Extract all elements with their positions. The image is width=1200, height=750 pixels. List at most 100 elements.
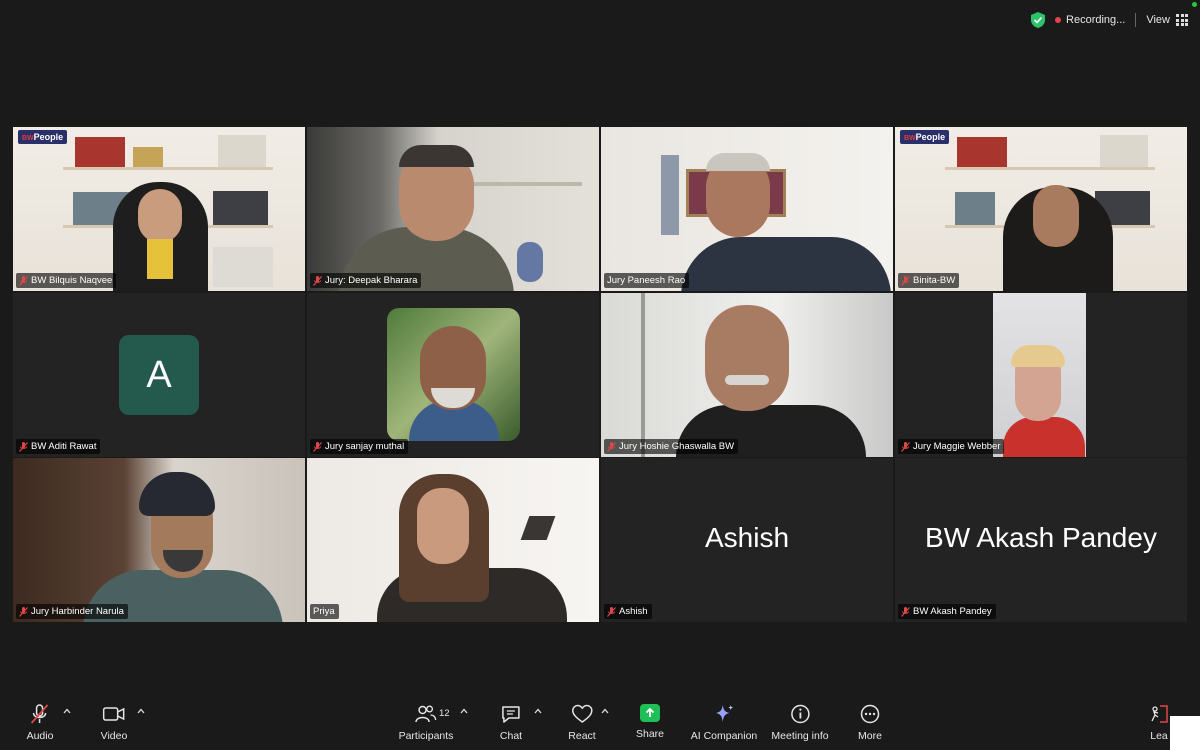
participant-name-tag: Jury Harbinder Narula bbox=[16, 604, 128, 619]
recording-label: Recording... bbox=[1066, 14, 1126, 26]
recording-dot-icon bbox=[1055, 17, 1062, 23]
participant-tile[interactable]: Jury Harbinder Narula bbox=[13, 458, 305, 622]
participants-count: 12 bbox=[439, 708, 450, 719]
react-label: React bbox=[568, 730, 596, 742]
participant-name: BW Akash Pandey bbox=[913, 606, 992, 617]
video-feed bbox=[895, 127, 1187, 291]
share-label: Share bbox=[635, 728, 665, 740]
participant-name: BW Aditi Rawat bbox=[31, 441, 97, 452]
participant-name-tag: Ashish bbox=[604, 604, 652, 619]
participant-name: Ashish bbox=[619, 606, 648, 617]
bwpeople-logo: BWPeople bbox=[18, 130, 68, 144]
participant-name-tag: Jury Paneesh Rao bbox=[604, 273, 690, 288]
bwpeople-logo: BWPeople bbox=[900, 130, 950, 144]
share-screen-icon bbox=[640, 704, 660, 722]
more-label: More bbox=[858, 730, 882, 742]
participant-tile[interactable]: BWPeople BW Bilquis Naqvee bbox=[13, 127, 305, 291]
participant-name: BW Bilquis Naqvee bbox=[31, 275, 113, 286]
mic-muted-icon bbox=[19, 606, 28, 617]
info-icon bbox=[790, 704, 810, 724]
video-feed bbox=[993, 293, 1086, 457]
more-button[interactable]: More bbox=[858, 704, 882, 742]
participant-tile[interactable]: Jury: Deepak Bharara bbox=[307, 127, 599, 291]
participant-name: Jury: Deepak Bharara bbox=[325, 275, 418, 286]
participant-name-tag: Jury Maggie Webber bbox=[898, 439, 1005, 454]
participant-name-tag: Priya bbox=[310, 604, 339, 619]
participant-name-tag: Binita-BW bbox=[898, 273, 960, 288]
mic-muted-icon bbox=[313, 441, 322, 452]
ai-companion-button[interactable]: AI Companion bbox=[690, 704, 758, 742]
gallery-grid-icon bbox=[1176, 14, 1188, 26]
participant-name-tag: Jury sanjay muthal bbox=[310, 439, 409, 454]
participants-label: Participants bbox=[398, 730, 454, 742]
divider bbox=[1135, 13, 1137, 27]
video-feed bbox=[13, 127, 305, 291]
react-button[interactable]: React bbox=[568, 704, 596, 742]
meeting-info-label: Meeting info bbox=[771, 730, 829, 742]
security-shield-icon[interactable] bbox=[1031, 12, 1046, 28]
participant-tile[interactable]: Jury sanjay muthal bbox=[307, 293, 599, 457]
ai-companion-label: AI Companion bbox=[690, 730, 758, 742]
video-feed bbox=[601, 127, 893, 291]
video-feed bbox=[601, 293, 893, 457]
participant-name-tag: BW Akash Pandey bbox=[898, 604, 996, 619]
participant-name: Jury Harbinder Narula bbox=[31, 606, 124, 617]
participant-name-tag: BW Bilquis Naqvee bbox=[16, 273, 117, 288]
participant-name-tag: Jury Hoshie Ghaswalla BW bbox=[604, 439, 739, 454]
video-button[interactable]: Video bbox=[100, 704, 128, 742]
chat-bubble-icon bbox=[502, 706, 520, 723]
participants-options-chevron-up-icon[interactable] bbox=[460, 708, 468, 714]
mic-muted-icon bbox=[313, 275, 322, 286]
audio-label: Audio bbox=[26, 730, 54, 742]
leave-exit-icon bbox=[1151, 705, 1168, 723]
chat-options-chevron-up-icon[interactable] bbox=[534, 708, 542, 714]
top-bar: Recording... View bbox=[1031, 8, 1188, 32]
chat-button[interactable]: Chat bbox=[500, 704, 522, 742]
mic-muted-icon bbox=[31, 704, 49, 724]
participant-name: Priya bbox=[313, 606, 335, 617]
participants-icon bbox=[415, 705, 437, 723]
more-dots-icon bbox=[860, 704, 880, 724]
video-feed bbox=[307, 458, 599, 622]
participant-name: Jury Hoshie Ghaswalla BW bbox=[619, 441, 735, 452]
video-feed bbox=[307, 127, 599, 291]
participant-tile[interactable]: Jury Hoshie Ghaswalla BW bbox=[601, 293, 893, 457]
participant-name: Binita-BW bbox=[913, 275, 956, 286]
mic-muted-icon bbox=[901, 441, 910, 452]
meeting-toolbar bbox=[0, 688, 1200, 750]
participant-tile[interactable]: BWPeople Binita-BW bbox=[895, 127, 1187, 291]
mic-muted-icon bbox=[607, 606, 616, 617]
recording-indicator[interactable]: Recording... bbox=[1055, 14, 1125, 26]
audio-options-chevron-up-icon[interactable] bbox=[63, 708, 71, 714]
participant-tile[interactable]: Jury Maggie Webber bbox=[895, 293, 1187, 457]
participant-name-tag: BW Aditi Rawat bbox=[16, 439, 101, 454]
mic-muted-icon bbox=[901, 275, 910, 286]
share-button[interactable]: Share bbox=[636, 704, 664, 740]
sparkle-icon bbox=[715, 705, 734, 722]
mic-muted-icon bbox=[19, 441, 28, 452]
participant-name: Jury Maggie Webber bbox=[913, 441, 1001, 452]
leave-button[interactable]: Lea bbox=[1148, 704, 1170, 742]
participant-display-name: Ashish bbox=[704, 522, 790, 553]
video-options-chevron-up-icon[interactable] bbox=[137, 708, 145, 714]
video-grid: BWPeople BW Bilquis Naqvee Jury: Deepak … bbox=[13, 127, 1187, 623]
participant-name: Jury Paneesh Rao bbox=[607, 275, 686, 286]
leave-label: Lea bbox=[1150, 730, 1168, 742]
profile-photo bbox=[387, 308, 520, 441]
view-button[interactable]: View bbox=[1146, 14, 1188, 26]
meeting-info-button[interactable]: Meeting info bbox=[771, 704, 829, 742]
mic-muted-icon bbox=[901, 606, 910, 617]
mic-muted-icon bbox=[19, 275, 28, 286]
participant-tile[interactable]: A BW Aditi Rawat bbox=[13, 293, 305, 457]
participant-tile[interactable]: Jury Paneesh Rao bbox=[601, 127, 893, 291]
react-options-chevron-up-icon[interactable] bbox=[601, 708, 609, 714]
avatar: A bbox=[119, 335, 199, 415]
video-label: Video bbox=[100, 730, 128, 742]
audio-button[interactable]: Audio bbox=[26, 704, 54, 742]
participant-tile-active-speaker[interactable]: Priya bbox=[307, 458, 599, 622]
participant-tile[interactable]: Ashish Ashish bbox=[601, 458, 893, 622]
mic-muted-icon bbox=[607, 441, 616, 452]
participant-tile[interactable]: BW Akash Pandey BW Akash Pandey bbox=[895, 458, 1187, 622]
chat-label: Chat bbox=[499, 730, 523, 742]
heart-icon bbox=[571, 704, 593, 723]
